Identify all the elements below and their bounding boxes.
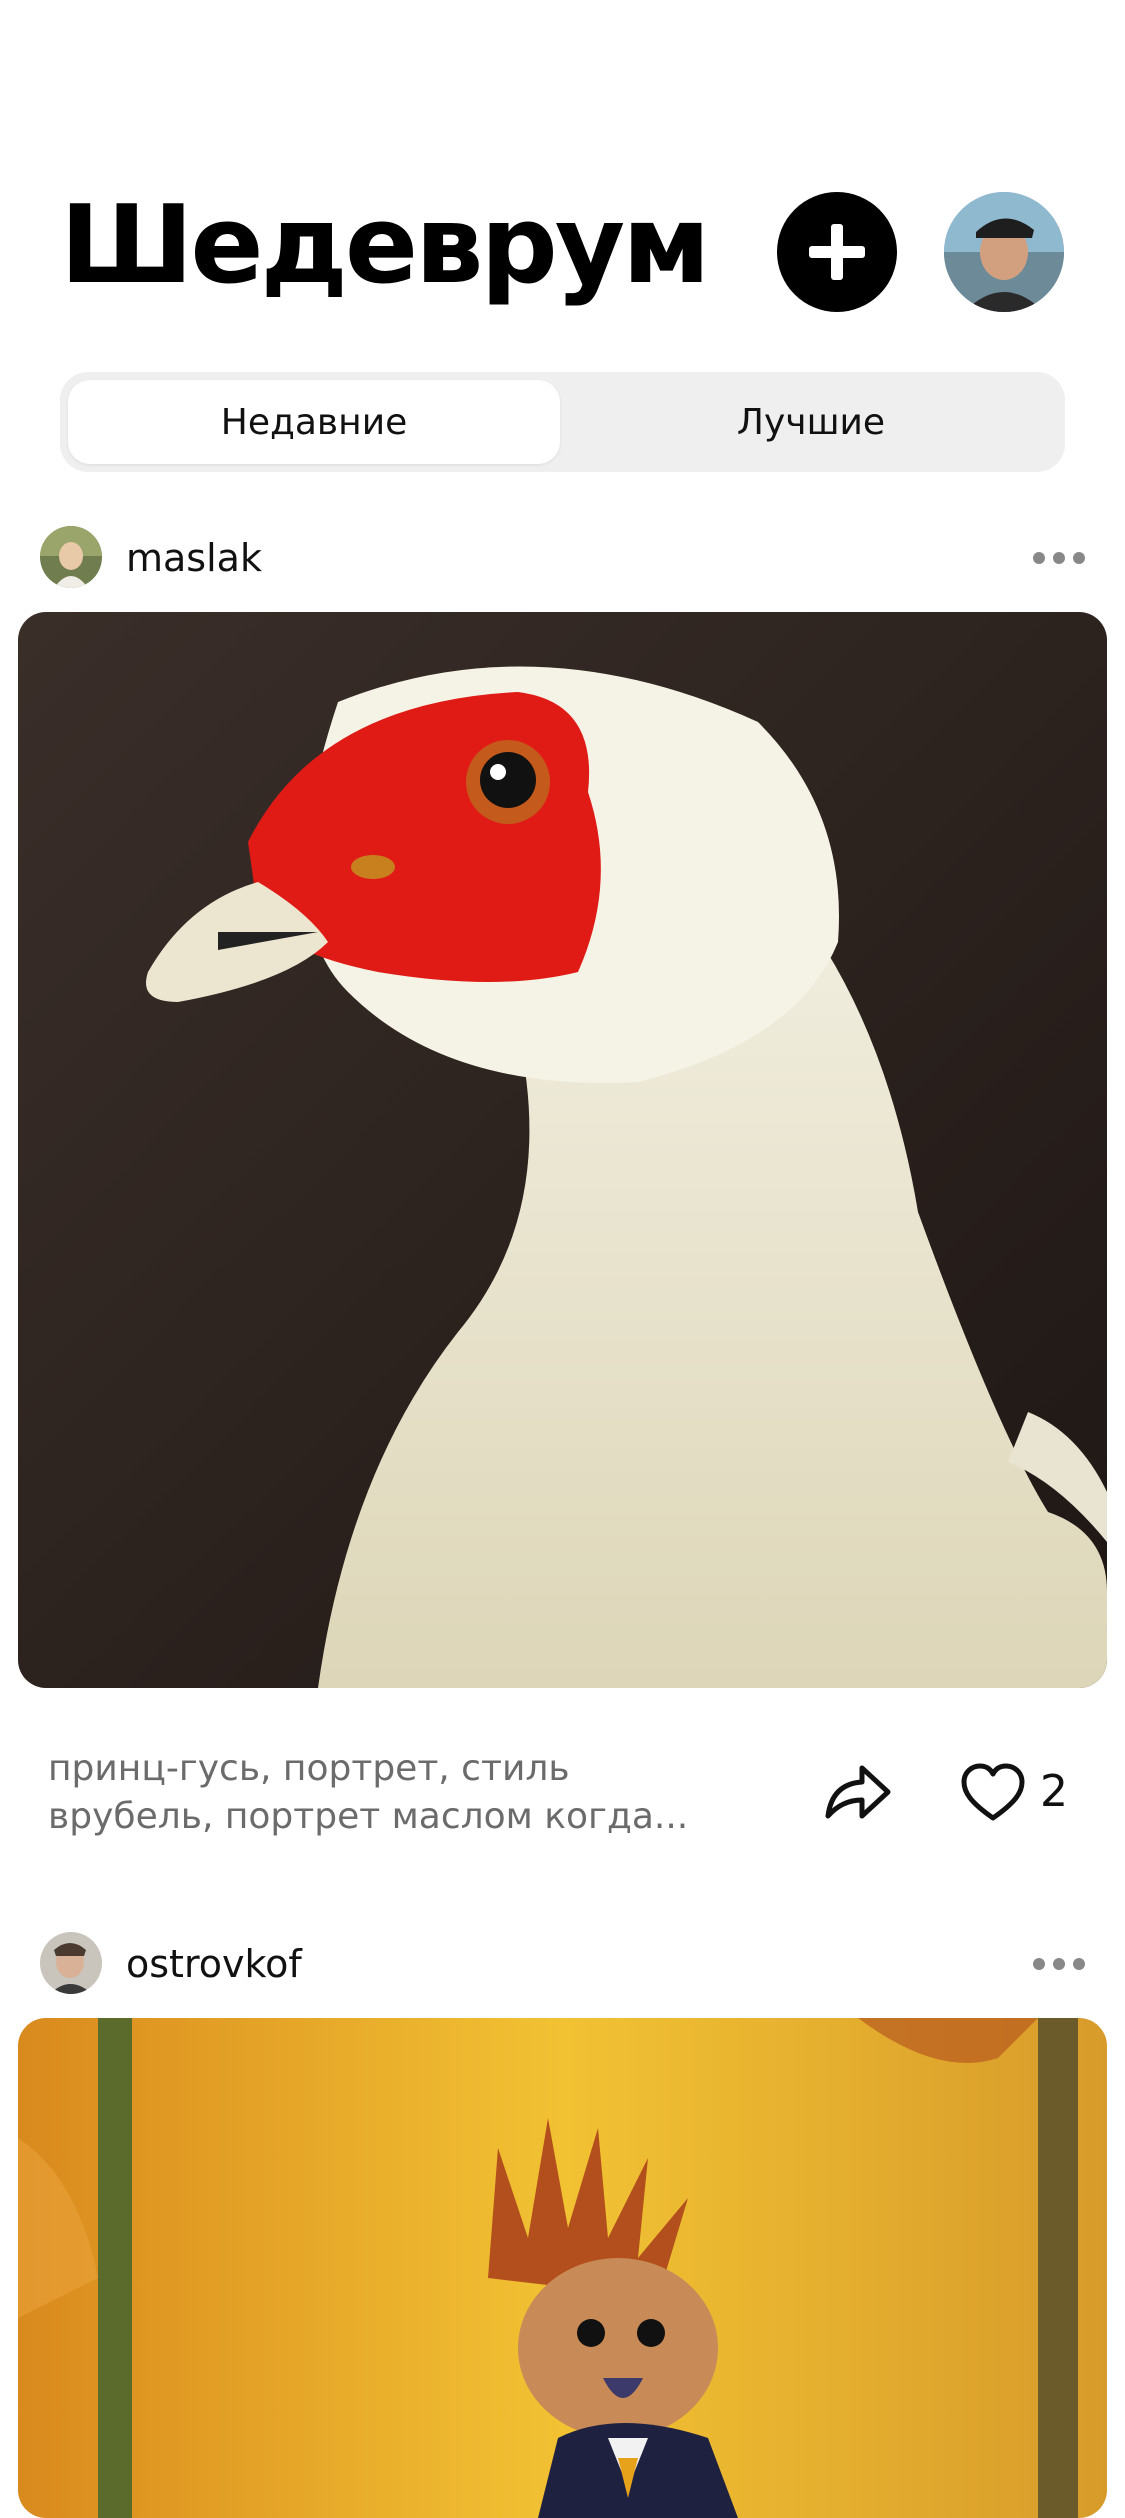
tab-recent[interactable]: Недавние [68,380,560,464]
app-title: Шедеврум [60,183,710,308]
post-caption[interactable]: принц-гусь, портрет, стиль врубель, порт… [48,1745,748,1841]
avatar-image [40,526,102,588]
post-header: maslak [40,526,1085,594]
hedgehog-painting [18,2018,1107,2518]
author-username[interactable]: ostrovkof [126,1942,302,1986]
goose-painting [18,612,1107,1688]
author-username[interactable]: maslak [126,536,262,580]
caption-line: врубель, портрет маслом когда... [48,1796,689,1837]
post-image[interactable] [18,2018,1107,2518]
avatar-image [944,192,1064,312]
heart-icon [961,1763,1025,1821]
share-button[interactable] [822,1762,894,1824]
author-avatar[interactable] [40,1932,102,1994]
user-avatar[interactable] [944,192,1064,312]
avatar-image [40,1932,102,1994]
feed-tabs: Недавние Лучшие [60,372,1065,472]
plus-icon [809,224,865,280]
more-dots-icon[interactable] [1033,548,1085,568]
tab-best[interactable]: Лучшие [565,380,1057,464]
like-button[interactable] [960,1762,1026,1824]
app-header: Шедеврум Недавние Лучшие [0,0,1125,472]
caption-line: принц-гусь, портрет, стиль [48,1748,570,1789]
share-arrow-icon [825,1765,891,1819]
more-dots-icon[interactable] [1033,1954,1085,1974]
like-count: 2 [1040,1766,1068,1817]
post-header: ostrovkof [40,1932,1085,2000]
create-button[interactable] [777,192,897,312]
author-avatar[interactable] [40,526,102,588]
post-image[interactable] [18,612,1107,1688]
